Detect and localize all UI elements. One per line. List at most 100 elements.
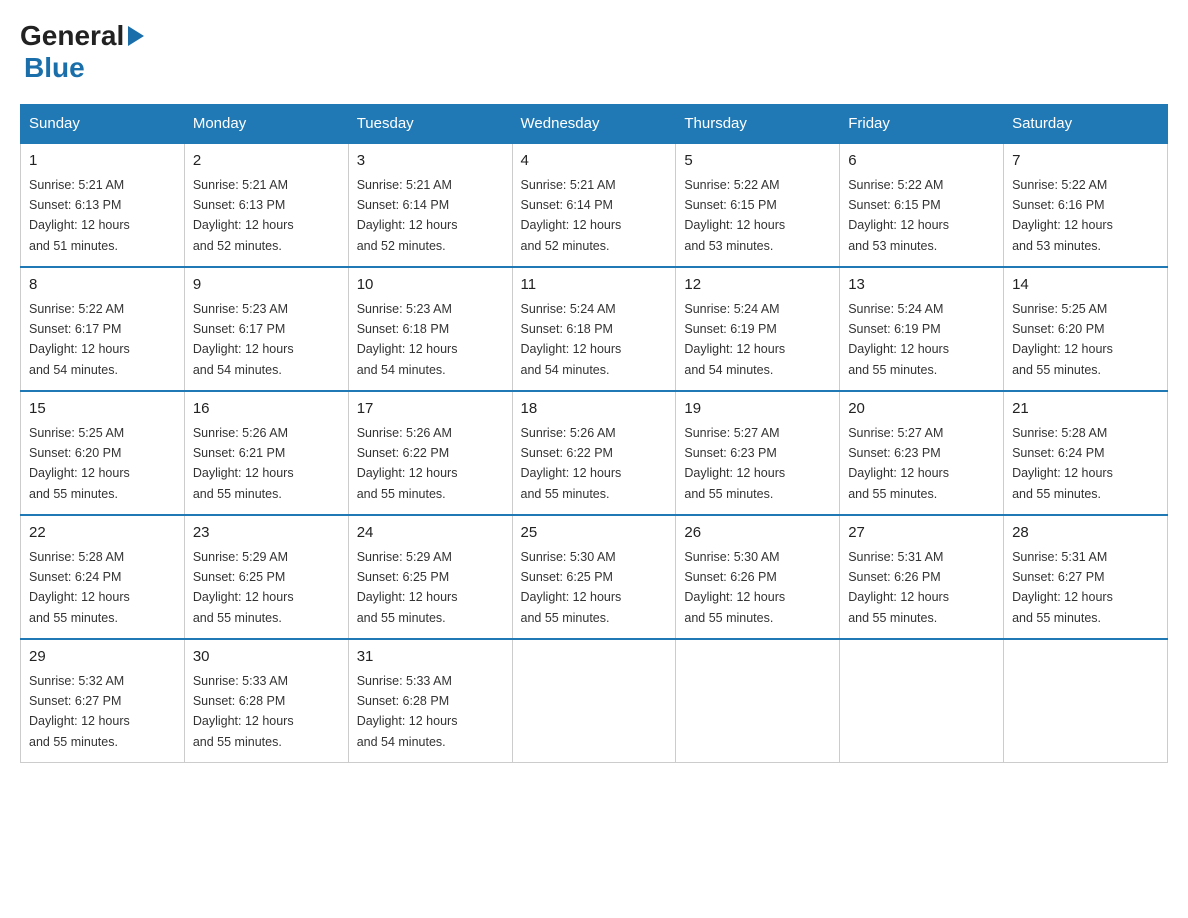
calendar-week-row: 29 Sunrise: 5:32 AMSunset: 6:27 PMDaylig…	[21, 639, 1168, 763]
calendar-day-cell: 18 Sunrise: 5:26 AMSunset: 6:22 PMDaylig…	[512, 391, 676, 515]
logo-blue-text: Blue	[24, 52, 85, 84]
calendar-day-cell	[1004, 639, 1168, 763]
calendar-day-cell: 28 Sunrise: 5:31 AMSunset: 6:27 PMDaylig…	[1004, 515, 1168, 639]
calendar-day-cell: 7 Sunrise: 5:22 AMSunset: 6:16 PMDayligh…	[1004, 143, 1168, 267]
day-info: Sunrise: 5:22 AMSunset: 6:17 PMDaylight:…	[29, 302, 130, 377]
day-info: Sunrise: 5:21 AMSunset: 6:13 PMDaylight:…	[29, 178, 130, 253]
day-number: 9	[193, 274, 340, 297]
calendar-day-cell: 26 Sunrise: 5:30 AMSunset: 6:26 PMDaylig…	[676, 515, 840, 639]
calendar-day-cell: 9 Sunrise: 5:23 AMSunset: 6:17 PMDayligh…	[184, 267, 348, 391]
day-info: Sunrise: 5:31 AMSunset: 6:27 PMDaylight:…	[1012, 550, 1113, 625]
day-info: Sunrise: 5:33 AMSunset: 6:28 PMDaylight:…	[193, 674, 294, 749]
day-number: 25	[521, 522, 668, 545]
day-number: 1	[29, 150, 176, 173]
day-number: 27	[848, 522, 995, 545]
day-number: 7	[1012, 150, 1159, 173]
day-info: Sunrise: 5:25 AMSunset: 6:20 PMDaylight:…	[29, 426, 130, 501]
calendar-day-cell: 23 Sunrise: 5:29 AMSunset: 6:25 PMDaylig…	[184, 515, 348, 639]
day-info: Sunrise: 5:26 AMSunset: 6:22 PMDaylight:…	[521, 426, 622, 501]
calendar-day-cell: 3 Sunrise: 5:21 AMSunset: 6:14 PMDayligh…	[348, 143, 512, 267]
calendar-week-row: 1 Sunrise: 5:21 AMSunset: 6:13 PMDayligh…	[21, 143, 1168, 267]
logo: General Blue	[20, 20, 144, 84]
day-number: 15	[29, 398, 176, 421]
day-info: Sunrise: 5:25 AMSunset: 6:20 PMDaylight:…	[1012, 302, 1113, 377]
day-number: 19	[684, 398, 831, 421]
calendar-header-saturday: Saturday	[1004, 105, 1168, 144]
day-info: Sunrise: 5:31 AMSunset: 6:26 PMDaylight:…	[848, 550, 949, 625]
day-info: Sunrise: 5:26 AMSunset: 6:21 PMDaylight:…	[193, 426, 294, 501]
calendar-day-cell: 17 Sunrise: 5:26 AMSunset: 6:22 PMDaylig…	[348, 391, 512, 515]
day-number: 5	[684, 150, 831, 173]
day-info: Sunrise: 5:28 AMSunset: 6:24 PMDaylight:…	[29, 550, 130, 625]
calendar-day-cell	[512, 639, 676, 763]
day-info: Sunrise: 5:27 AMSunset: 6:23 PMDaylight:…	[684, 426, 785, 501]
calendar-header-sunday: Sunday	[21, 105, 185, 144]
day-number: 24	[357, 522, 504, 545]
day-info: Sunrise: 5:23 AMSunset: 6:17 PMDaylight:…	[193, 302, 294, 377]
logo-arrow-icon	[128, 26, 144, 46]
calendar-day-cell: 31 Sunrise: 5:33 AMSunset: 6:28 PMDaylig…	[348, 639, 512, 763]
day-info: Sunrise: 5:29 AMSunset: 6:25 PMDaylight:…	[357, 550, 458, 625]
calendar-week-row: 15 Sunrise: 5:25 AMSunset: 6:20 PMDaylig…	[21, 391, 1168, 515]
day-number: 2	[193, 150, 340, 173]
day-info: Sunrise: 5:22 AMSunset: 6:15 PMDaylight:…	[684, 178, 785, 253]
day-info: Sunrise: 5:27 AMSunset: 6:23 PMDaylight:…	[848, 426, 949, 501]
day-number: 12	[684, 274, 831, 297]
day-number: 28	[1012, 522, 1159, 545]
calendar-day-cell: 8 Sunrise: 5:22 AMSunset: 6:17 PMDayligh…	[21, 267, 185, 391]
day-info: Sunrise: 5:24 AMSunset: 6:18 PMDaylight:…	[521, 302, 622, 377]
calendar-day-cell: 22 Sunrise: 5:28 AMSunset: 6:24 PMDaylig…	[21, 515, 185, 639]
day-info: Sunrise: 5:21 AMSunset: 6:13 PMDaylight:…	[193, 178, 294, 253]
day-info: Sunrise: 5:33 AMSunset: 6:28 PMDaylight:…	[357, 674, 458, 749]
day-number: 22	[29, 522, 176, 545]
day-info: Sunrise: 5:22 AMSunset: 6:15 PMDaylight:…	[848, 178, 949, 253]
day-number: 3	[357, 150, 504, 173]
day-number: 30	[193, 646, 340, 669]
calendar-day-cell: 25 Sunrise: 5:30 AMSunset: 6:25 PMDaylig…	[512, 515, 676, 639]
calendar-header-monday: Monday	[184, 105, 348, 144]
calendar-day-cell	[676, 639, 840, 763]
day-number: 17	[357, 398, 504, 421]
day-number: 11	[521, 274, 668, 297]
calendar-day-cell: 14 Sunrise: 5:25 AMSunset: 6:20 PMDaylig…	[1004, 267, 1168, 391]
calendar-day-cell: 15 Sunrise: 5:25 AMSunset: 6:20 PMDaylig…	[21, 391, 185, 515]
day-number: 4	[521, 150, 668, 173]
day-info: Sunrise: 5:28 AMSunset: 6:24 PMDaylight:…	[1012, 426, 1113, 501]
day-info: Sunrise: 5:29 AMSunset: 6:25 PMDaylight:…	[193, 550, 294, 625]
calendar-day-cell: 30 Sunrise: 5:33 AMSunset: 6:28 PMDaylig…	[184, 639, 348, 763]
calendar-day-cell: 19 Sunrise: 5:27 AMSunset: 6:23 PMDaylig…	[676, 391, 840, 515]
day-number: 16	[193, 398, 340, 421]
day-number: 18	[521, 398, 668, 421]
calendar-day-cell: 1 Sunrise: 5:21 AMSunset: 6:13 PMDayligh…	[21, 143, 185, 267]
day-number: 8	[29, 274, 176, 297]
day-info: Sunrise: 5:26 AMSunset: 6:22 PMDaylight:…	[357, 426, 458, 501]
day-info: Sunrise: 5:30 AMSunset: 6:26 PMDaylight:…	[684, 550, 785, 625]
calendar-day-cell: 5 Sunrise: 5:22 AMSunset: 6:15 PMDayligh…	[676, 143, 840, 267]
calendar-header-friday: Friday	[840, 105, 1004, 144]
day-number: 10	[357, 274, 504, 297]
day-number: 6	[848, 150, 995, 173]
calendar-week-row: 22 Sunrise: 5:28 AMSunset: 6:24 PMDaylig…	[21, 515, 1168, 639]
day-number: 29	[29, 646, 176, 669]
day-info: Sunrise: 5:21 AMSunset: 6:14 PMDaylight:…	[357, 178, 458, 253]
calendar-day-cell: 6 Sunrise: 5:22 AMSunset: 6:15 PMDayligh…	[840, 143, 1004, 267]
logo-general-text: General	[20, 20, 124, 52]
calendar-day-cell: 16 Sunrise: 5:26 AMSunset: 6:21 PMDaylig…	[184, 391, 348, 515]
day-info: Sunrise: 5:24 AMSunset: 6:19 PMDaylight:…	[848, 302, 949, 377]
day-number: 13	[848, 274, 995, 297]
calendar-day-cell: 13 Sunrise: 5:24 AMSunset: 6:19 PMDaylig…	[840, 267, 1004, 391]
calendar-day-cell: 12 Sunrise: 5:24 AMSunset: 6:19 PMDaylig…	[676, 267, 840, 391]
day-number: 31	[357, 646, 504, 669]
calendar-day-cell: 11 Sunrise: 5:24 AMSunset: 6:18 PMDaylig…	[512, 267, 676, 391]
calendar-day-cell: 24 Sunrise: 5:29 AMSunset: 6:25 PMDaylig…	[348, 515, 512, 639]
page-header: General Blue	[20, 20, 1168, 84]
day-number: 14	[1012, 274, 1159, 297]
calendar-header-row: SundayMondayTuesdayWednesdayThursdayFrid…	[21, 105, 1168, 144]
day-info: Sunrise: 5:30 AMSunset: 6:25 PMDaylight:…	[521, 550, 622, 625]
calendar-day-cell: 4 Sunrise: 5:21 AMSunset: 6:14 PMDayligh…	[512, 143, 676, 267]
day-number: 26	[684, 522, 831, 545]
calendar-day-cell	[840, 639, 1004, 763]
calendar-header-tuesday: Tuesday	[348, 105, 512, 144]
day-info: Sunrise: 5:22 AMSunset: 6:16 PMDaylight:…	[1012, 178, 1113, 253]
calendar-table: SundayMondayTuesdayWednesdayThursdayFrid…	[20, 104, 1168, 763]
